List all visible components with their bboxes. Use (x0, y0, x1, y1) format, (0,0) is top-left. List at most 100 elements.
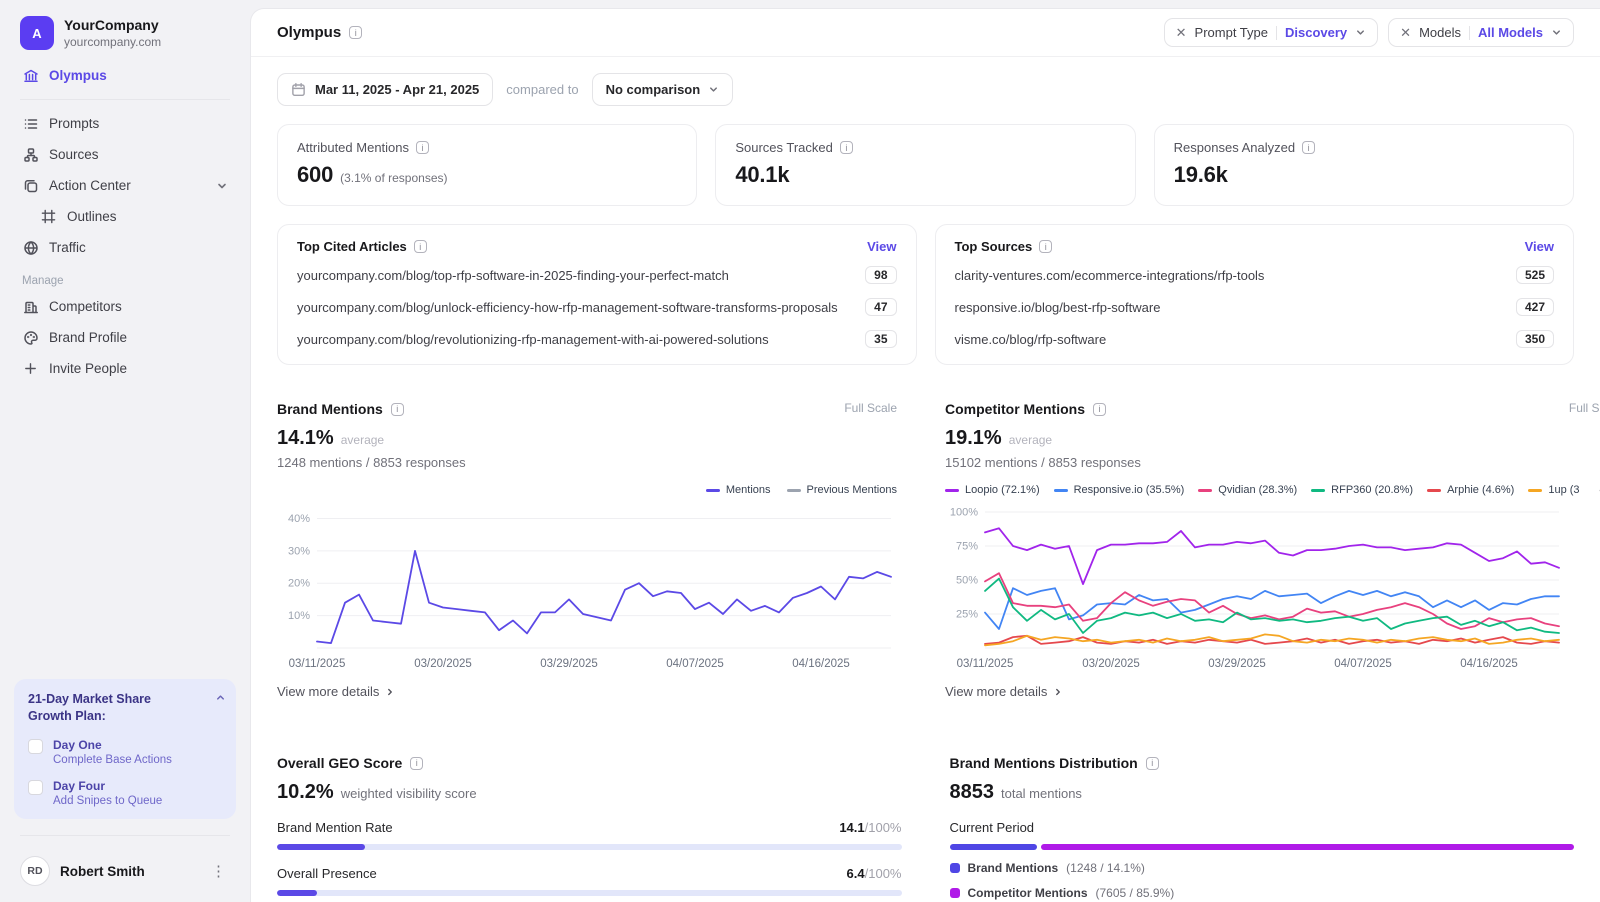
average-value: 19.1% (945, 427, 1002, 449)
svg-text:25%: 25% (956, 609, 978, 621)
date-range-picker[interactable]: Mar 11, 2025 - Apr 21, 2025 (277, 73, 494, 106)
info-icon[interactable]: i (1093, 402, 1106, 416)
info-icon[interactable]: i (1302, 141, 1316, 154)
legend-swatch (1053, 488, 1068, 492)
growth-plan-card: 21-Day Market Share Growth Plan: Day One… (14, 679, 236, 819)
list-item[interactable]: responsive.io/blog/best-rfp-software 427 (955, 291, 1554, 323)
chevron-down-icon[interactable] (216, 180, 228, 192)
bar-label: Current Period (949, 820, 1035, 835)
prompt-type-filter[interactable]: ✕ Prompt Type Discovery (1163, 18, 1379, 47)
list-item[interactable]: yourcompany.com/blog/top-rfp-software-in… (297, 259, 897, 291)
svg-text:04/16/2025: 04/16/2025 (792, 658, 850, 670)
models-filter[interactable]: ✕ Models All Models (1388, 18, 1574, 47)
day-four-checkbox[interactable] (28, 780, 43, 795)
metric-value: 6.4 (846, 866, 865, 881)
growth-plan-item: Day One Complete Base Actions (28, 738, 222, 766)
sidebar-item-prompts[interactable]: Prompts (14, 109, 236, 138)
section-title: Overall GEO Score (277, 755, 403, 771)
legend-item-previous-mentions[interactable]: Previous Mentions (786, 484, 898, 496)
legend-item-arphie[interactable]: Arphie (4.6%) (1427, 484, 1514, 496)
competitor-mentions-chart[interactable]: 25% 50% 75% 100% 03/11/2025 03/20/2025 03/29/2… (945, 502, 1565, 674)
info-icon[interactable]: i (390, 402, 404, 416)
view-link[interactable]: View (1525, 239, 1554, 254)
stat-value: 600 (297, 162, 334, 187)
legend-label: Mentions (725, 484, 771, 496)
day-one-checkbox[interactable] (28, 739, 43, 754)
sidebar-item-competitors[interactable]: Competitors (14, 292, 236, 321)
progress-fill (277, 844, 366, 850)
stat-value: 19.6k (1173, 162, 1228, 187)
legend-detail: (1248 / 14.1%) (1066, 861, 1145, 875)
chevron-up-icon[interactable] (215, 691, 226, 706)
svg-text:03/11/2025: 03/11/2025 (289, 658, 346, 670)
metric-label: Overall Presence (277, 866, 377, 881)
competitor-mentions-section: Competitor Mentions i Full Scale 19.1% a… (945, 401, 1600, 699)
source-count-badge: 427 (1515, 298, 1554, 316)
sidebar-item-sources[interactable]: Sources (14, 140, 236, 169)
info-icon[interactable]: i (416, 141, 430, 154)
geo-score-label: weighted visibility score (340, 786, 477, 801)
legend-label: Loopio (72.1%) (965, 484, 1040, 496)
sidebar: A YourCompany yourcompany.com Olympus Pr… (0, 0, 250, 902)
view-more-details-link[interactable]: View more details (945, 684, 1600, 699)
view-more-details-link[interactable]: View more details (277, 684, 897, 699)
legend-swatch (1311, 488, 1326, 492)
svg-text:30%: 30% (288, 545, 310, 557)
legend-item-mentions[interactable]: Mentions (705, 484, 771, 496)
user-menu-dots-icon[interactable]: ⋮ (207, 862, 230, 880)
palette-icon (22, 329, 39, 346)
filter-value: Discovery (1285, 25, 1348, 40)
sidebar-item-olympus[interactable]: Olympus (14, 61, 236, 90)
sidebar-item-label: Brand Profile (49, 330, 128, 345)
stat-label: Sources Tracked (735, 140, 833, 155)
info-icon[interactable]: i (839, 141, 853, 154)
average-label: average (1008, 433, 1053, 447)
geo-score-section: Overall GEO Score i 10.2% weighted visib… (277, 755, 902, 900)
list-item[interactable]: clarity-ventures.com/ecommerce-integrati… (955, 259, 1554, 291)
sidebar-item-brand-profile[interactable]: Brand Profile (14, 323, 236, 352)
legend-item-qvidian[interactable]: Qvidian (28.3%) (1198, 484, 1297, 496)
info-icon[interactable]: i (1039, 240, 1053, 253)
distribution-bar (949, 844, 1574, 850)
sidebar-item-invite-people[interactable]: Invite People (14, 354, 236, 383)
info-icon[interactable]: i (1145, 756, 1159, 770)
section-title: Brand Mentions Distribution (949, 755, 1138, 771)
average-value: 14.1% (277, 427, 334, 449)
info-icon[interactable]: i (413, 240, 427, 253)
sidebar-item-action-center[interactable]: Action Center (14, 171, 236, 200)
full-scale-toggle[interactable]: Full Scale (1569, 401, 1600, 415)
legend-detail: (7605 / 85.9%) (1095, 886, 1175, 900)
legend-prev-icon[interactable] (1596, 485, 1600, 496)
view-link[interactable]: View (867, 239, 896, 254)
list-item[interactable]: visme.co/blog/rfp-software 350 (955, 323, 1554, 355)
legend-item-loopio[interactable]: Loopio (72.1%) (945, 484, 1040, 496)
chevron-right-icon (1056, 688, 1061, 695)
brand-mentions-chart[interactable]: 10% 20% 30% 40% 03/11/2025 03/20/2025 03/29/20… (277, 502, 897, 674)
metric-value: 14.1 (839, 820, 865, 835)
list-item[interactable]: yourcompany.com/blog/unlock-efficiency-h… (297, 291, 897, 323)
clear-filter-icon[interactable]: ✕ (1400, 26, 1411, 39)
sidebar-item-traffic[interactable]: Traffic (14, 233, 236, 262)
info-icon[interactable]: i (410, 756, 424, 770)
info-icon[interactable]: i (349, 26, 363, 39)
legend-label: Competitor Mentions (967, 886, 1088, 900)
list-icon (22, 115, 39, 132)
comparison-dropdown[interactable]: No comparison (591, 73, 734, 106)
clear-filter-icon[interactable]: ✕ (1176, 26, 1187, 39)
current-period-bar: Current Period (949, 820, 1574, 850)
full-scale-toggle[interactable]: Full Scale (844, 401, 897, 415)
legend-label: Previous Mentions (806, 484, 898, 496)
avatar: RD (20, 856, 50, 886)
legend-label: Arphie (4.6%) (1447, 484, 1515, 496)
building-icon (22, 298, 39, 315)
legend-item-rfp360[interactable]: RFP360 (20.8%) (1311, 484, 1413, 496)
legend-item-1up[interactable]: 1up (3 (1528, 484, 1580, 496)
legend-item-responsive[interactable]: Responsive.io (35.5%) (1053, 484, 1184, 496)
legend-swatch (1198, 488, 1213, 492)
sidebar-item-outlines[interactable]: Outlines (14, 202, 236, 231)
list-item[interactable]: yourcompany.com/blog/revolutionizing-rfp… (297, 323, 897, 355)
frame-icon (40, 208, 57, 225)
view-more-label: View more details (277, 684, 380, 699)
legend-swatch (945, 488, 959, 492)
metric-max: /100% (864, 820, 902, 835)
